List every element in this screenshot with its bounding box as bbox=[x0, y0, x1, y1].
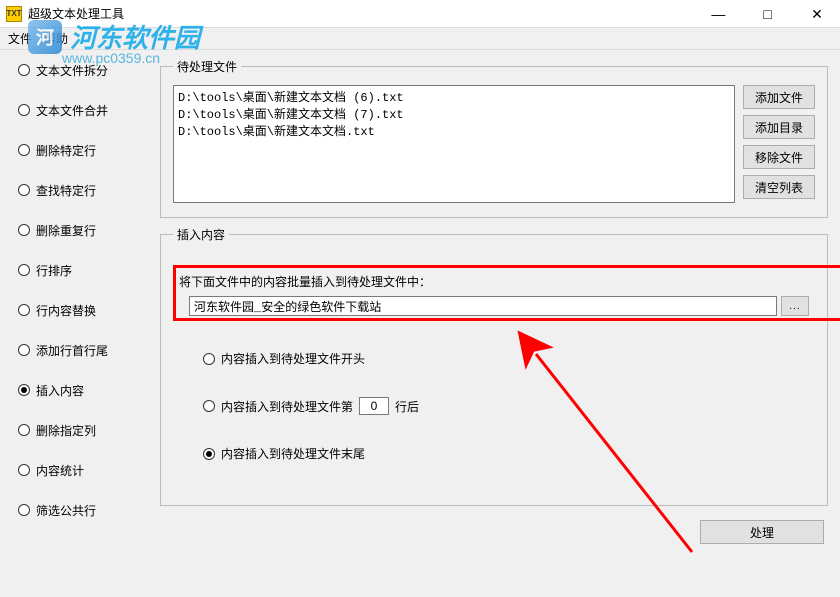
browse-button[interactable]: ... bbox=[781, 296, 809, 316]
file-list-legend: 待处理文件 bbox=[173, 58, 241, 75]
insert-instruction: 将下面文件中的内容批量插入到待处理文件中： bbox=[179, 273, 809, 290]
window-controls: — □ ✕ bbox=[695, 0, 840, 28]
sidebar-item-find-line[interactable]: 查找特定行 bbox=[18, 180, 148, 200]
sidebar-item-split[interactable]: 文本文件拆分 bbox=[18, 60, 148, 80]
radio-icon bbox=[18, 144, 30, 156]
sidebar-item-label: 内容统计 bbox=[36, 462, 84, 479]
sidebar-item-label: 行排序 bbox=[36, 262, 72, 279]
option-insert-after-line[interactable]: 内容插入到待处理文件第 行后 bbox=[203, 397, 815, 415]
titlebar: TXT 超级文本处理工具 — □ ✕ bbox=[0, 0, 840, 28]
line-number-input[interactable] bbox=[359, 397, 389, 415]
insert-path-input[interactable] bbox=[189, 296, 777, 316]
radio-icon bbox=[203, 353, 215, 365]
menubar: 文件 帮助 bbox=[0, 28, 840, 50]
menu-file[interactable]: 文件 bbox=[8, 30, 32, 47]
sidebar-item-merge[interactable]: 文本文件合并 bbox=[18, 100, 148, 120]
radio-icon bbox=[18, 504, 30, 516]
add-file-button[interactable]: 添加文件 bbox=[743, 85, 815, 109]
sidebar-item-label: 插入内容 bbox=[36, 382, 84, 399]
sidebar-item-delete-column[interactable]: 删除指定列 bbox=[18, 420, 148, 440]
sidebar-item-remove-dup[interactable]: 删除重复行 bbox=[18, 220, 148, 240]
add-dir-button[interactable]: 添加目录 bbox=[743, 115, 815, 139]
clear-list-button[interactable]: 清空列表 bbox=[743, 175, 815, 199]
process-button[interactable]: 处理 bbox=[700, 520, 824, 544]
file-listbox[interactable]: D:\tools\桌面\新建文本文档 (6).txt D:\tools\桌面\新… bbox=[173, 85, 735, 203]
sidebar-item-label: 筛选公共行 bbox=[36, 502, 96, 519]
option-label: 内容插入到待处理文件开头 bbox=[221, 350, 365, 367]
radio-icon bbox=[18, 304, 30, 316]
sidebar-item-label: 文本文件拆分 bbox=[36, 62, 108, 79]
radio-icon bbox=[203, 448, 215, 460]
sidebar-item-stats[interactable]: 内容统计 bbox=[18, 460, 148, 480]
radio-icon bbox=[18, 184, 30, 196]
radio-icon bbox=[18, 384, 30, 396]
radio-icon bbox=[18, 264, 30, 276]
close-button[interactable]: ✕ bbox=[794, 0, 840, 28]
sidebar-item-label: 删除特定行 bbox=[36, 142, 96, 159]
radio-icon bbox=[18, 464, 30, 476]
sidebar-item-common-lines[interactable]: 筛选公共行 bbox=[18, 500, 148, 520]
menu-help[interactable]: 帮助 bbox=[44, 30, 68, 47]
sidebar: 文本文件拆分 文本文件合并 删除特定行 查找特定行 删除重复行 行排序 行内容替… bbox=[0, 50, 156, 597]
sidebar-item-label: 删除指定列 bbox=[36, 422, 96, 439]
app-icon: TXT bbox=[6, 6, 22, 22]
sidebar-item-label: 添加行首行尾 bbox=[36, 342, 108, 359]
sidebar-item-replace[interactable]: 行内容替换 bbox=[18, 300, 148, 320]
radio-icon bbox=[18, 344, 30, 356]
radio-icon bbox=[18, 104, 30, 116]
sidebar-item-label: 删除重复行 bbox=[36, 222, 96, 239]
radio-icon bbox=[18, 224, 30, 236]
sidebar-item-delete-line[interactable]: 删除特定行 bbox=[18, 140, 148, 160]
sidebar-item-label: 文本文件合并 bbox=[36, 102, 108, 119]
main-panel: 待处理文件 D:\tools\桌面\新建文本文档 (6).txt D:\tool… bbox=[156, 50, 840, 597]
option-insert-tail[interactable]: 内容插入到待处理文件末尾 bbox=[203, 445, 815, 462]
remove-file-button[interactable]: 移除文件 bbox=[743, 145, 815, 169]
insert-legend: 插入内容 bbox=[173, 226, 229, 243]
radio-icon bbox=[18, 424, 30, 436]
minimize-button[interactable]: — bbox=[695, 0, 741, 28]
insert-group: 插入内容 将下面文件中的内容批量插入到待处理文件中： ... 内容插入到待处理文… bbox=[160, 226, 828, 506]
sidebar-item-prefix-suffix[interactable]: 添加行首行尾 bbox=[18, 340, 148, 360]
window-title: 超级文本处理工具 bbox=[28, 5, 124, 22]
sidebar-item-insert[interactable]: 插入内容 bbox=[18, 380, 148, 400]
radio-icon bbox=[18, 64, 30, 76]
option-insert-head[interactable]: 内容插入到待处理文件开头 bbox=[203, 350, 815, 367]
file-list-group: 待处理文件 D:\tools\桌面\新建文本文档 (6).txt D:\tool… bbox=[160, 58, 828, 218]
radio-icon bbox=[203, 400, 215, 412]
sidebar-item-sort[interactable]: 行排序 bbox=[18, 260, 148, 280]
option-label-prefix: 内容插入到待处理文件第 bbox=[221, 398, 353, 415]
option-label-suffix: 行后 bbox=[395, 398, 419, 415]
option-label: 内容插入到待处理文件末尾 bbox=[221, 445, 365, 462]
maximize-button[interactable]: □ bbox=[745, 0, 791, 28]
footer: 处理 bbox=[160, 514, 828, 546]
sidebar-item-label: 查找特定行 bbox=[36, 182, 96, 199]
sidebar-item-label: 行内容替换 bbox=[36, 302, 96, 319]
